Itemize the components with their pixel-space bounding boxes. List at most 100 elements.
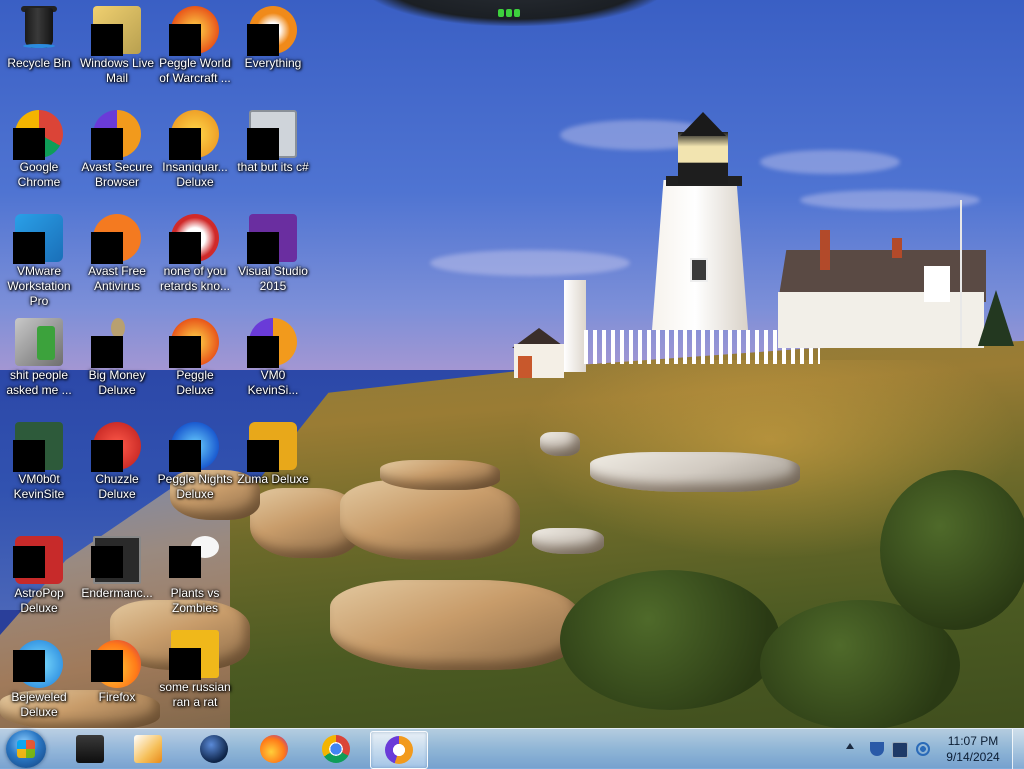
desktop-icon-label: some russian ran a rat (159, 680, 231, 709)
firefox-icon (260, 735, 288, 763)
visual-studio-icon (247, 214, 297, 264)
desktop-icon-label: Peggle World of Warcraft ... (159, 56, 231, 85)
recycle-bin-icon (15, 6, 63, 54)
peggle-icon (169, 422, 219, 472)
shortcut-icon (247, 110, 297, 160)
desktop-icon-label: Plants vs Zombies (170, 586, 220, 615)
desktop-icon-insaniquarium[interactable]: Insaniquar... Deluxe (156, 106, 234, 190)
desktop-icon-label: Everything (244, 56, 302, 70)
system-tray (840, 729, 940, 769)
folder-icon (15, 318, 63, 366)
desktop-icon-peggle-world-of-warcraft[interactable]: Peggle World of Warcraft ... (156, 2, 234, 86)
taskbar-button-command-prompt[interactable] (62, 731, 118, 767)
desktop-icon-label: Firefox (98, 690, 136, 704)
desktop-icon-label: Chuzzle Deluxe (95, 472, 139, 501)
clock-date: 9/14/2024 (946, 750, 1000, 764)
desktop-icon-avast-free-antivirus[interactable]: Avast Free Antivirus (78, 210, 156, 294)
desktop-icon-label: none of you retards kno... (159, 264, 231, 293)
desktop-icon-avast-secure-browser[interactable]: Avast Secure Browser (78, 106, 156, 190)
desktop-icon-vm0b0t[interactable]: VM0b0t KevinSite (0, 418, 78, 502)
desktop-icon-label: Avast Secure Browser (81, 160, 153, 189)
lighthouse (652, 180, 748, 330)
desktop-icon-recycle-bin[interactable]: Recycle Bin (0, 2, 78, 71)
desktop-icon-label: Windows Live Mail (79, 56, 155, 85)
desktop-icon-peggle-nights[interactable]: Peggle Nights Deluxe (156, 418, 234, 502)
desktop-icon-astropop[interactable]: AstroPop Deluxe (0, 532, 78, 616)
taskbar-button-chrome[interactable] (308, 731, 364, 767)
desktop-icon-label: Endermanc... (81, 586, 153, 600)
vmware-icon (13, 214, 63, 264)
desktop-icon-label: shit people asked me ... (6, 368, 72, 397)
desktop-icon-label: Peggle Nights Deluxe (157, 472, 233, 501)
desktop-icon-peggle-deluxe[interactable]: Peggle Deluxe (156, 314, 234, 398)
firefox-icon (91, 640, 141, 688)
app-icon (169, 214, 219, 264)
desktop-icon-label: VMware Workstation Pro (7, 264, 71, 308)
desktop-icon-chuzzle[interactable]: Chuzzle Deluxe (78, 418, 156, 502)
desktop-icon-big-money[interactable]: Big Money Deluxe (78, 314, 156, 398)
desktop-icon-some-russian[interactable]: some russian ran a rat (156, 626, 234, 710)
desktop-icon-none-of-you[interactable]: none of you retards kno... (156, 210, 234, 294)
show-desktop-button[interactable] (1012, 729, 1024, 769)
desktop-icon-firefox[interactable]: Firefox (78, 636, 156, 705)
desktop-icon-label: VM0 KevinSi... (247, 368, 299, 397)
desktop-icon-visual-studio-2015[interactable]: Visual Studio 2015 (234, 210, 312, 294)
globe-icon (200, 735, 228, 763)
peggle-icon (169, 6, 219, 56)
mail-icon (91, 6, 141, 56)
desktop-icon-vm0-kevinsi[interactable]: VM0 KevinSi... (234, 314, 312, 398)
desktop-icon-label: Google Chrome (17, 160, 61, 189)
astropop-icon (13, 536, 63, 584)
desktop-icon-label: Peggle Deluxe (176, 368, 214, 397)
plants-vs-zombies-icon (169, 536, 219, 584)
app-icon (247, 318, 297, 368)
desktop-icon-that-but-its-csharp[interactable]: that but its c# (234, 106, 312, 175)
app-icon (91, 536, 141, 584)
app-icon (13, 422, 63, 472)
taskbar-button-media-player[interactable] (120, 731, 176, 767)
desktop-icon-vmware-workstation[interactable]: VMware Workstation Pro (0, 210, 78, 309)
desktop-icon-zuma-deluxe[interactable]: Zuma Deluxe (234, 418, 312, 487)
desktop-icon-label: Bejeweled Deluxe (11, 690, 67, 719)
desktop-icon-plants-vs-zombies[interactable]: Plants vs Zombies (156, 532, 234, 616)
keeper-house (778, 292, 984, 348)
taskbar: 11:07 PM 9/14/2024 (0, 728, 1024, 769)
taskbar-button-firefox[interactable] (246, 731, 302, 767)
desktop-icon-bejeweled[interactable]: Bejeweled Deluxe (0, 636, 78, 720)
chuzzle-icon (91, 422, 141, 472)
desktop-icon-folder[interactable]: shit people asked me ... (0, 314, 78, 398)
chrome-icon (322, 735, 350, 763)
network-icon[interactable] (892, 742, 908, 758)
gadget-indicator-icon (498, 4, 526, 17)
desktop-icon-everything[interactable]: Everything (234, 2, 312, 71)
desktop-icon-label: Insaniquar... Deluxe (162, 160, 228, 189)
start-button[interactable] (6, 730, 46, 768)
desktop-icon-windows-live-mail[interactable]: Windows Live Mail (78, 2, 156, 86)
peggle-icon (169, 318, 219, 368)
media-player-icon (134, 735, 162, 763)
desktop-icon-label: Avast Free Antivirus (88, 264, 146, 293)
avast-browser-icon (91, 110, 141, 160)
taskbar-button-globe[interactable] (186, 731, 242, 767)
taskbar-button-avast-secure-browser[interactable] (370, 731, 428, 769)
money-game-icon (91, 318, 141, 368)
desktop-icon-google-chrome[interactable]: Google Chrome (0, 106, 78, 190)
fish-game-icon (169, 110, 219, 160)
avast-antivirus-icon (91, 214, 141, 264)
zuma-icon (247, 422, 297, 472)
bejeweled-icon (13, 640, 63, 688)
everything-search-icon (247, 6, 297, 56)
desktop-icon-label: Recycle Bin (7, 56, 71, 70)
volume-icon[interactable] (916, 742, 930, 756)
show-hidden-icons-chevron-icon[interactable] (846, 743, 854, 749)
desktop-icon-label: VM0b0t KevinSite (13, 472, 65, 501)
desktop-icon-label: Big Money Deluxe (88, 368, 146, 397)
shield-icon[interactable] (870, 742, 884, 756)
desktop-icon-endermanch[interactable]: Endermanc... (78, 532, 156, 601)
file-icon (169, 630, 219, 680)
terminal-icon (76, 735, 104, 763)
desktop-icon-label: Zuma Deluxe (237, 472, 309, 486)
desktop-icon-label: that but its c# (237, 160, 309, 174)
taskbar-clock[interactable]: 11:07 PM 9/14/2024 (938, 733, 1008, 765)
chrome-icon (13, 110, 63, 160)
